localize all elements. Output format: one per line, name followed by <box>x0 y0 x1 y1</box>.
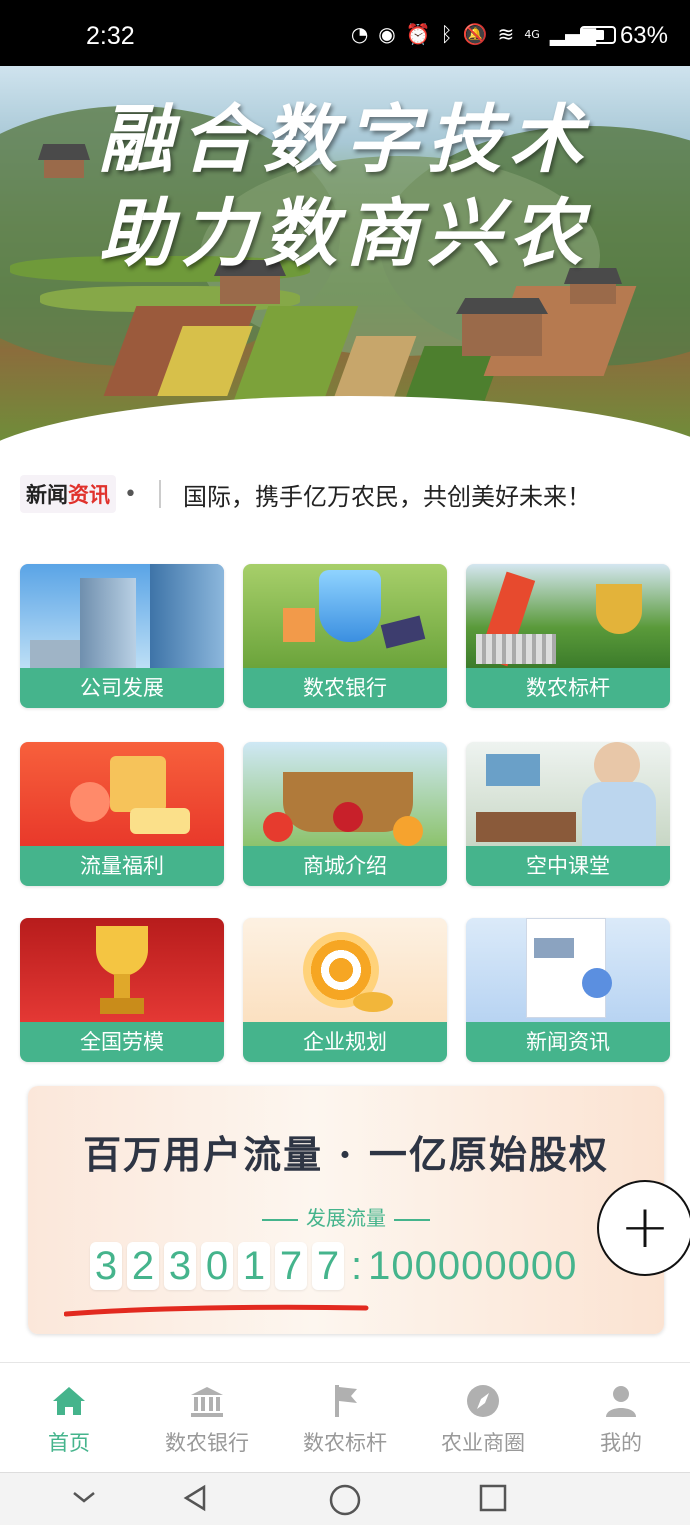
recents-icon[interactable] <box>478 1483 508 1513</box>
status-icons: ◔ ◉ ⏰ ᛒ 🔕 ≋ 4G ▂▄▆ <box>351 22 596 46</box>
promo-subtitle: 发展流量 <box>28 1202 664 1231</box>
gold-cup-image <box>20 918 224 1024</box>
tile-traffic-benefits[interactable]: 流量福利 <box>20 742 224 886</box>
nav-item-me[interactable]: 我的 <box>552 1363 690 1472</box>
tile-company-development[interactable]: 公司发展 <box>20 564 224 708</box>
farmhouse <box>570 282 616 304</box>
nav-label: 数农标杆 <box>303 1431 387 1455</box>
tile-air-classroom[interactable]: 空中课堂 <box>466 742 670 886</box>
tile-label: 数农银行 <box>243 668 447 708</box>
red-underline-annotation <box>64 1304 369 1317</box>
tile-label: 全国劳模 <box>20 1022 224 1062</box>
tile-label: 企业规划 <box>243 1022 447 1062</box>
tile-agri-benchmark[interactable]: 数农标杆 <box>466 564 670 708</box>
bottom-nav: 首页 数农银行 数农标杆 农业商圈 我的 <box>0 1362 690 1472</box>
ticker-dot: • <box>124 481 137 507</box>
network-label: 4G <box>524 27 540 41</box>
hero-wave <box>0 396 690 446</box>
counter-separator: : <box>351 1243 363 1288</box>
hero-title-line2: 助力数商兴农 <box>99 191 591 277</box>
tile-mall-intro[interactable]: 商城介绍 <box>243 742 447 886</box>
bluetooth-icon: ᛒ <box>440 22 453 46</box>
gift-image <box>20 742 224 848</box>
bank-shield-image <box>243 564 447 670</box>
system-nav-bar <box>0 1472 690 1525</box>
news-ticker[interactable]: 新闻资讯 • 国际，携手亿万农民，共创美好未来！ <box>20 474 670 514</box>
ticker-text[interactable]: 国际，携手亿万农民，共创美好未来！ <box>183 477 653 512</box>
nav-item-benchmark[interactable]: 数农标杆 <box>276 1363 414 1472</box>
home-icon <box>53 1387 85 1415</box>
classroom-image <box>466 742 670 848</box>
battery-icon <box>580 26 616 44</box>
counter-digit: 3 <box>164 1242 196 1290</box>
tile-model-workers[interactable]: 全国劳模 <box>20 918 224 1062</box>
nav-label: 首页 <box>48 1431 90 1455</box>
counter-digit: 0 <box>201 1242 233 1290</box>
nav-label: 我的 <box>600 1431 642 1455</box>
nav-label: 数农银行 <box>165 1431 249 1455</box>
farmhouse <box>462 312 542 356</box>
ticker-separator <box>158 480 161 508</box>
user-icon <box>606 1386 636 1417</box>
status-time: 2:32 <box>86 22 135 50</box>
counter-digit: 7 <box>312 1242 344 1290</box>
bank-icon <box>191 1387 223 1417</box>
chevron-down-icon[interactable] <box>70 1483 98 1511</box>
counter-digit: 1 <box>238 1242 270 1290</box>
eye-icon: ◉ <box>378 22 396 46</box>
nav-item-business-circle[interactable]: 农业商圈 <box>414 1363 552 1472</box>
news-logo-part1: 新闻 <box>26 482 68 507</box>
produce-basket-image <box>243 742 447 848</box>
alarm-icon: ⏰ <box>405 22 431 46</box>
hero-banner[interactable]: 融合数字技术 助力数商兴农 <box>0 66 690 446</box>
mute-icon: 🔕 <box>462 22 488 46</box>
tile-agri-bank[interactable]: 数农银行 <box>243 564 447 708</box>
wifi-icon: ≋ <box>497 22 515 46</box>
promo-subtitle-text: 发展流量 <box>306 1206 386 1230</box>
counter-digit: 2 <box>127 1242 159 1290</box>
building-image <box>20 564 224 670</box>
hero-title-line1: 融合数字技术 <box>99 97 591 183</box>
promo-headline: 百万用户流量 · 一亿原始股权 <box>83 1132 609 1177</box>
home-button-icon[interactable] <box>328 1483 362 1517</box>
flag-icon <box>335 1385 357 1417</box>
tile-enterprise-planning[interactable]: 企业规划 <box>243 918 447 1062</box>
nav-item-home[interactable]: 首页 <box>0 1363 138 1472</box>
news-image <box>466 918 670 1024</box>
nav-label: 农业商圈 <box>441 1431 525 1455</box>
traffic-equity-banner[interactable]: 百万用户流量 · 一亿原始股权 发展流量 3 2 3 0 1 7 7 : 100… <box>28 1086 664 1334</box>
news-logo: 新闻资讯 <box>20 475 116 513</box>
trophy-arrow-image <box>466 564 670 670</box>
tile-label: 商城介绍 <box>243 846 447 886</box>
add-button[interactable]: + <box>597 1180 690 1276</box>
tile-label: 公司发展 <box>20 668 224 708</box>
counter-digit: 7 <box>275 1242 307 1290</box>
compass-icon <box>467 1385 499 1417</box>
nav-item-bank[interactable]: 数农银行 <box>138 1363 276 1472</box>
news-logo-part2: 资讯 <box>68 482 110 507</box>
tile-news[interactable]: 新闻资讯 <box>466 918 670 1062</box>
speed-icon: ◔ <box>350 22 369 46</box>
counter-total: 100000000 <box>368 1243 578 1288</box>
back-icon[interactable] <box>180 1483 210 1513</box>
tile-label: 流量福利 <box>20 846 224 886</box>
target-image <box>243 918 447 1024</box>
tile-label: 数农标杆 <box>466 668 670 708</box>
tile-label: 空中课堂 <box>466 846 670 886</box>
battery-percent: 63% <box>619 22 668 49</box>
tile-label: 新闻资讯 <box>466 1022 670 1062</box>
status-bar: 2:32 ◔ ◉ ⏰ ᛒ 🔕 ≋ 4G ▂▄▆ 63% <box>0 0 690 66</box>
counter-digit: 3 <box>90 1242 122 1290</box>
traffic-counter: 3 2 3 0 1 7 7 : 100000000 <box>90 1242 577 1290</box>
